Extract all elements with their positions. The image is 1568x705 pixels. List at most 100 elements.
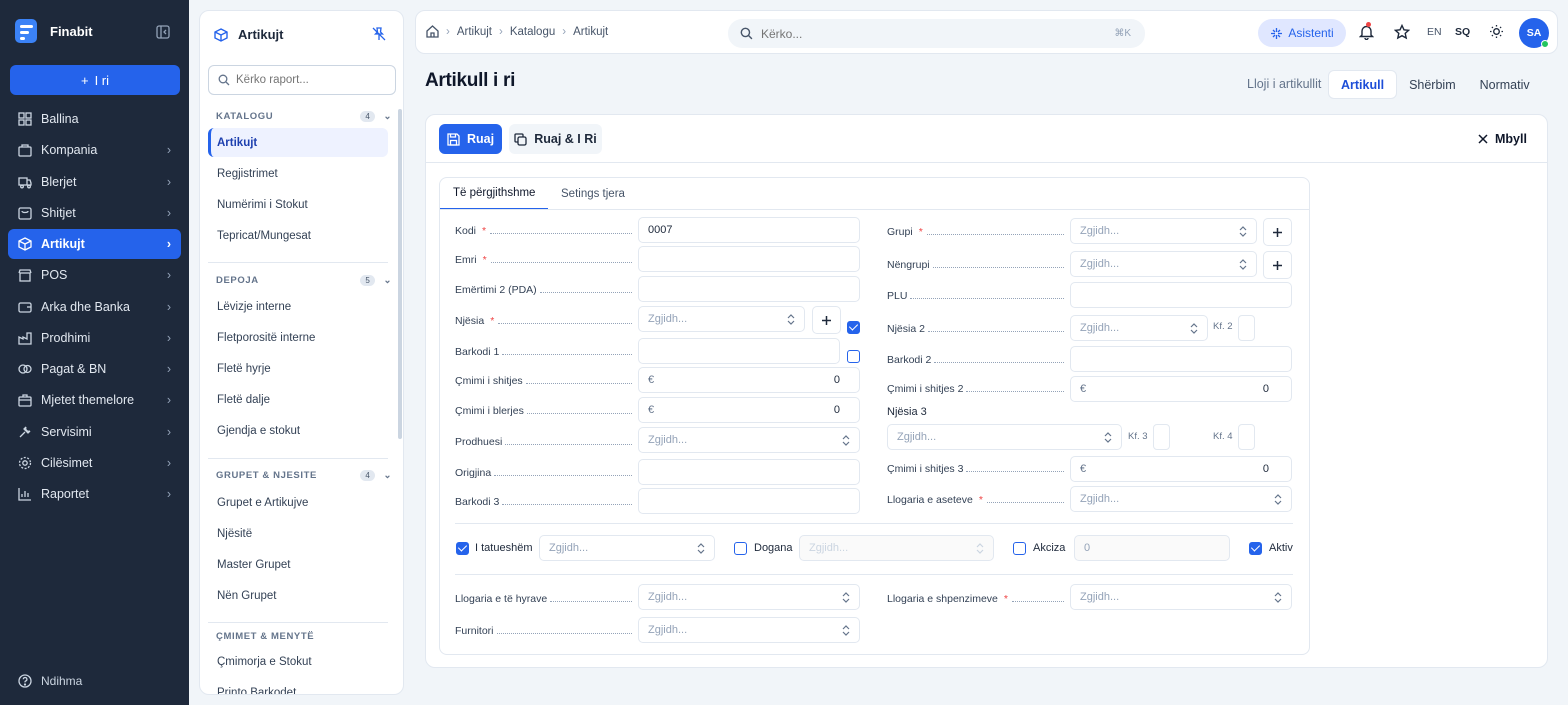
plu-input[interactable] [1070, 282, 1292, 308]
report-item-nen-grupet[interactable]: Nën Grupet [208, 581, 388, 610]
emri-input[interactable] [638, 246, 860, 272]
lang-sq[interactable]: SQ [1455, 26, 1470, 38]
add-grupi-button[interactable] [1263, 218, 1292, 246]
nengrupi-select[interactable]: Zgjidh... [1070, 251, 1257, 277]
report-item-master-grupet[interactable]: Master Grupet [208, 550, 388, 579]
report-item-printo-barkodet[interactable]: Printo Barkodet [208, 678, 388, 695]
report-item-fletporosite[interactable]: Fletporositë interne [208, 323, 388, 352]
global-search[interactable]: ⌘K [728, 19, 1145, 48]
sidebar-item-raportet[interactable]: Raportet › [8, 479, 181, 509]
report-item-numerimi[interactable]: Numërimi i Stokut [208, 190, 388, 219]
add-njesia-button[interactable] [812, 306, 841, 334]
llogaria-hyrave-select[interactable]: Zgjidh... [638, 584, 860, 610]
type-option-normativ[interactable]: Normativ [1468, 70, 1542, 99]
report-item-njesite[interactable]: Njësitë [208, 519, 388, 548]
report-search-input[interactable] [236, 74, 386, 86]
njesia2-select[interactable]: Zgjidh... [1070, 315, 1208, 341]
njesia-select[interactable]: Zgjidh... [638, 306, 805, 332]
report-panel-scrollbar[interactable] [398, 109, 402, 439]
report-item-flete-dalje[interactable]: Fletë dalje [208, 385, 388, 414]
tab-setings-tjera[interactable]: Setings tjera [548, 178, 638, 210]
kf4-input[interactable] [1238, 424, 1255, 450]
tatueshem-checkbox[interactable] [456, 542, 469, 555]
sidebar-item-servisimi[interactable]: Servisimi › [8, 417, 181, 447]
save-button[interactable]: Ruaj [439, 124, 502, 154]
cmimi-shitjes3-input[interactable]: €0 [1070, 456, 1292, 482]
sidebar-item-prodhimi[interactable]: Prodhimi › [8, 323, 181, 353]
sidebar-item-pagat[interactable]: Pagat & BN › [8, 354, 181, 384]
aktiv-checkbox[interactable] [1249, 542, 1262, 555]
tab-te-pergjithshme[interactable]: Të përgjithshme [440, 178, 549, 210]
cmimi-shitjes2-input[interactable]: €0 [1070, 376, 1292, 402]
type-option-artikull[interactable]: Artikull [1328, 70, 1398, 99]
report-item-cmimorja[interactable]: Çmimorja e Stokut [208, 647, 388, 676]
dogana-checkbox[interactable] [734, 542, 747, 555]
njesia3-select[interactable]: Zgjidh... [887, 424, 1122, 450]
sidebar-item-mjetet-themelore[interactable]: Mjetet themelore › [8, 385, 181, 415]
save-and-new-button[interactable]: Ruaj & I Ri [509, 124, 602, 154]
tatueshem-select[interactable]: Zgjidh... [539, 535, 715, 561]
llogaria-shpenzimeve-select[interactable]: Zgjidh... [1070, 584, 1292, 610]
help-link[interactable]: Ndihma [18, 674, 82, 688]
sidebar-item-kompania[interactable]: Kompania › [8, 135, 181, 165]
updown-icon [1239, 225, 1247, 237]
report-item-levizje[interactable]: Lëvizje interne [208, 292, 388, 321]
sidebar-item-artikujt[interactable]: Artikujt › [8, 229, 181, 259]
sun-icon[interactable] [1489, 24, 1504, 39]
furnitori-select[interactable]: Zgjidh... [638, 617, 860, 643]
sidebar-item-shitjet[interactable]: Shitjet › [8, 198, 181, 228]
barkodi1-checkbox[interactable] [847, 350, 860, 363]
grupi-select[interactable]: Zgjidh... [1070, 218, 1257, 244]
new-button[interactable]: + I ri [10, 65, 180, 95]
section-cmimet[interactable]: ÇMIMET & MENYTË [216, 631, 392, 642]
emertimi2-input[interactable] [638, 276, 860, 302]
kf2-input[interactable] [1238, 315, 1255, 341]
close-button[interactable]: Mbyll [1478, 132, 1527, 146]
barkodi3-input[interactable] [638, 488, 860, 514]
global-search-input[interactable] [761, 26, 1091, 41]
lang-en[interactable]: EN [1427, 26, 1442, 38]
report-item-artikujt[interactable]: Artikujt [208, 128, 388, 157]
section-depoja[interactable]: DEPOJA 5 ⌄ [216, 275, 392, 286]
add-nengrupi-button[interactable] [1263, 251, 1292, 279]
sidebar-collapse-icon[interactable] [156, 25, 170, 39]
report-item-flete-hyrje[interactable]: Fletë hyrje [208, 354, 388, 383]
report-item-tepricat[interactable]: Tepricat/Mungesat [208, 221, 388, 250]
prodhuesi-select[interactable]: Zgjidh... [638, 427, 860, 453]
report-search[interactable] [208, 65, 396, 95]
report-item-grupet-artikujve[interactable]: Grupet e Artikujve [208, 488, 388, 517]
section-katalogu[interactable]: KATALOGU 4 ⌄ [216, 111, 392, 122]
star-icon[interactable] [1394, 24, 1410, 40]
cmimi-shitjes-input[interactable]: €0 [638, 367, 860, 393]
brand[interactable]: Finabit [12, 16, 93, 46]
llogaria-aseteve-select[interactable]: Zgjidh... [1070, 486, 1292, 512]
sidebar-item-ballina[interactable]: Ballina [8, 104, 181, 134]
report-panel-header: Artikujt [214, 27, 284, 42]
barkodi2-input[interactable] [1070, 346, 1292, 372]
type-option-sherbim[interactable]: Shërbim [1397, 70, 1468, 99]
home-icon[interactable] [426, 25, 439, 38]
origjina-input[interactable] [638, 459, 860, 485]
sidebar-item-cilesimet[interactable]: Cilësimet › [8, 448, 181, 478]
avatar[interactable]: SA [1519, 18, 1549, 48]
cmimi-blerjes-input[interactable]: €0 [638, 397, 860, 423]
kodi-input[interactable]: 0007 [638, 217, 860, 243]
akciza-input[interactable]: 0 [1074, 535, 1230, 561]
report-item-regjistrimet[interactable]: Regjistrimet [208, 159, 388, 188]
barkodi1-input[interactable] [638, 338, 840, 364]
sidebar-item-arka-dhe-banka[interactable]: Arka dhe Banka › [8, 292, 181, 322]
section-grupet[interactable]: GRUPET & NJESITE 4 ⌄ [216, 470, 392, 481]
kf3-input[interactable] [1153, 424, 1170, 450]
breadcrumb-item[interactable]: Katalogu [510, 26, 555, 38]
sidebar-item-blerjet[interactable]: Blerjet › [8, 167, 181, 197]
bell-icon[interactable] [1359, 22, 1374, 40]
breadcrumb-item[interactable]: Artikujt [457, 26, 492, 38]
report-item-gjendja[interactable]: Gjendja e stokut [208, 416, 388, 445]
akciza-checkbox[interactable] [1013, 542, 1026, 555]
sidebar-item-pos[interactable]: POS › [8, 260, 181, 290]
assistant-button[interactable]: Asistenti [1258, 19, 1346, 47]
dogana-select[interactable]: Zgjidh... [799, 535, 994, 561]
breadcrumb-separator: › [499, 25, 503, 38]
njesia-checkbox[interactable] [847, 321, 860, 334]
unpin-icon[interactable] [372, 27, 386, 41]
